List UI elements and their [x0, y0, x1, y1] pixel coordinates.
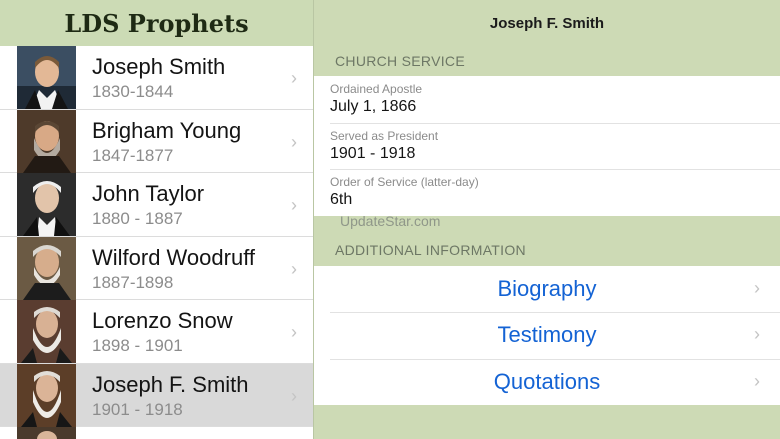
chevron-right-icon: › [754, 324, 760, 344]
prophet-years: 1898 - 1901 [92, 336, 183, 355]
field-served-as-president: Served as President 1901 - 1918 [314, 122, 780, 170]
testimony-link[interactable]: Testimony › [314, 312, 780, 359]
prophet-name: John Taylor [92, 181, 205, 206]
list-item-prophet[interactable]: Lorenzo Snow 1898 - 1901 › [0, 300, 313, 364]
chevron-right-icon: › [291, 68, 297, 88]
prophet-name: Joseph F. Smith [92, 371, 249, 397]
portrait-thumbnail [17, 427, 76, 439]
field-value: 1901 - 1918 [330, 144, 416, 162]
prophet-years: 1830-1844 [92, 82, 174, 101]
portrait-thumbnail [17, 363, 76, 427]
list-item-prophet[interactable]: Joseph Smith 1830-1844 › [0, 46, 313, 110]
chevron-right-icon: › [291, 385, 297, 406]
portrait-thumbnail [17, 300, 76, 363]
field-label: Order of Service (latter-day) [330, 175, 479, 189]
prophet-years: 1887-1898 [92, 272, 174, 292]
list-item-prophet-selected[interactable]: Joseph F. Smith 1901 - 1918 › [0, 363, 313, 427]
prophet-years: 1880 - 1887 [92, 209, 183, 228]
biography-link[interactable]: Biography › [314, 266, 780, 313]
additional-info-card: Biography › Testimony › Quotations › [314, 265, 780, 406]
section-header-additional-information: ADDITIONAL INFORMATION [335, 241, 526, 258]
list-item-prophet[interactable]: Wilford Woodruff 1887-1898 › [0, 236, 313, 300]
link-label: Quotations [493, 368, 601, 394]
chevron-right-icon: › [291, 195, 297, 215]
list-item-prophet[interactable]: Brigham Young 1847-1877 › [0, 109, 313, 173]
field-label: Ordained Apostle [330, 82, 423, 96]
detail-nav-bar: Joseph F. Smith [314, 0, 780, 46]
field-value: 6th [330, 191, 353, 208]
chevron-right-icon: › [291, 322, 297, 342]
prophet-years: 1901 - 1918 [92, 399, 183, 419]
prophet-years: 1847-1877 [92, 145, 174, 165]
portrait-thumbnail [17, 46, 76, 109]
section-header-church-service: CHURCH SERVICE [335, 53, 465, 69]
portrait-thumbnail [17, 236, 76, 300]
watermark: UpdateStar.com [340, 212, 441, 229]
field-order-of-service: Order of Service (latter-day) 6th [314, 169, 780, 216]
chevron-right-icon: › [754, 370, 760, 391]
prophet-name: Lorenzo Snow [92, 308, 233, 333]
field-label: Served as President [330, 128, 439, 143]
prophet-name: Wilford Woodruff [92, 244, 256, 270]
portrait-thumbnail [17, 109, 76, 173]
church-service-card: Ordained Apostle July 1, 1866 Served as … [314, 76, 780, 216]
list-item-prophet-partial[interactable] [0, 427, 313, 439]
detail-title: Joseph F. Smith [489, 14, 605, 32]
list-item-prophet[interactable]: John Taylor 1880 - 1887 › [0, 173, 313, 237]
app-title: LDS Prophets [64, 8, 249, 38]
detail-pane: Joseph F. Smith CHURCH SERVICE Ordained … [313, 0, 780, 439]
field-ordained-apostle: Ordained Apostle July 1, 1866 [314, 76, 780, 123]
prophet-name: Brigham Young [92, 117, 242, 143]
chevron-right-icon: › [291, 131, 297, 152]
portrait-thumbnail [17, 173, 76, 236]
prophet-list: Joseph Smith 1830-1844 › Brigham Young 1… [0, 46, 313, 439]
prophet-name: Joseph Smith [92, 54, 226, 79]
nav-bar: LDS Prophets [0, 0, 313, 46]
chevron-right-icon: › [291, 258, 297, 279]
link-label: Biography [497, 275, 597, 301]
chevron-right-icon: › [754, 277, 760, 298]
quotations-link[interactable]: Quotations › [314, 358, 780, 406]
link-label: Testimony [497, 322, 597, 348]
prophet-list-pane: LDS Prophets Joseph Smith 1830-1844 › Br… [0, 0, 313, 439]
field-value: July 1, 1866 [330, 98, 417, 115]
